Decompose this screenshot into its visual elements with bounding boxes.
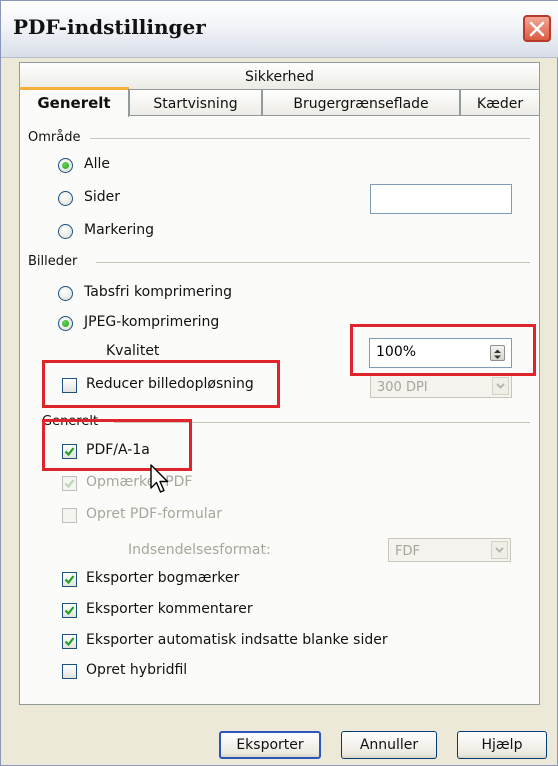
label-sider: Sider: [84, 189, 121, 205]
highlight-quality: [350, 324, 536, 376]
radio-selected-dot: [62, 320, 69, 327]
tab-label: Startvisning: [153, 96, 238, 112]
window-title: PDF-indstillinger: [13, 15, 206, 39]
mouse-cursor-icon: [150, 464, 169, 493]
label-submit-format: Indsendelsesformat:: [128, 542, 271, 558]
radio-sider[interactable]: [58, 191, 73, 206]
group-title-billeder: Billeder: [28, 254, 78, 269]
checkbox-hybrid[interactable]: [62, 664, 77, 679]
submit-format-select[interactable]: FDF: [388, 538, 511, 562]
label-bookmarks: Eksporter bogmærker: [86, 570, 240, 586]
checkbox-bookmarks[interactable]: [62, 572, 77, 587]
pdf-options-dialog: PDF-indstillinger Sikkerhed Generelt Sta…: [0, 0, 558, 766]
radio-markering[interactable]: [58, 224, 73, 239]
checkbox-comments[interactable]: [62, 603, 77, 618]
radio-tabsfri[interactable]: [58, 286, 73, 301]
label-pdf-form: Opret PDF-formular: [86, 506, 222, 522]
checkbox-pdf-form[interactable]: [62, 508, 77, 523]
checkmark-icon: [64, 479, 75, 489]
export-button[interactable]: Eksporter: [219, 731, 321, 759]
tab-generelt[interactable]: Generelt: [19, 87, 129, 117]
label-tabsfri: Tabsfri komprimering: [84, 284, 233, 300]
submit-format-value: FDF: [395, 544, 420, 559]
tab-label: Brugergrænseflade: [293, 96, 429, 112]
radio-jpeg[interactable]: [58, 316, 73, 331]
title-bar: PDF-indstillinger: [1, 1, 558, 58]
chevron-down-icon: [495, 547, 504, 553]
dpi-select[interactable]: 300 DPI: [370, 374, 512, 398]
close-button[interactable]: [523, 15, 551, 42]
checkmark-icon: [64, 575, 75, 585]
label-jpeg: JPEG-komprimering: [84, 314, 220, 330]
tab-label: Generelt: [37, 94, 111, 112]
checkmark-icon: [64, 637, 75, 647]
highlight-reduce-resolution: [42, 360, 280, 408]
tab-sikkerhed[interactable]: Sikkerhed: [19, 62, 540, 89]
label-markering: Markering: [84, 222, 155, 238]
label-comments: Eksporter kommentarer: [86, 601, 253, 617]
cancel-button[interactable]: Annuller: [341, 731, 437, 759]
tab-kaeder[interactable]: Kæder: [460, 89, 540, 116]
tab-label: Sikkerhed: [245, 69, 314, 85]
radio-alle[interactable]: [58, 158, 73, 173]
label-hybrid: Opret hybridfil: [86, 662, 188, 678]
help-button-label: Hjælp: [481, 737, 523, 753]
dpi-dropdown-button[interactable]: [492, 377, 509, 395]
tab-panel-generelt: Område Alle Sider Markering Billeder Tab…: [19, 115, 540, 705]
close-icon: [529, 21, 545, 37]
radio-selected-dot: [62, 162, 69, 169]
group-title-omraade: Område: [28, 130, 81, 145]
pages-input[interactable]: [370, 184, 512, 214]
help-button[interactable]: Hjælp: [457, 731, 547, 759]
label-tagged-pdf: Opmærket PDF: [86, 474, 193, 490]
submit-format-dropdown-button[interactable]: [491, 541, 508, 559]
tab-brugergraenseflade[interactable]: Brugergrænseflade: [262, 89, 460, 116]
dpi-value: 300 DPI: [377, 380, 428, 395]
label-kvalitet: Kvalitet: [106, 343, 160, 359]
chevron-down-icon: [496, 383, 505, 389]
label-blank-pages: Eksporter automatisk indsatte blanke sid…: [86, 632, 388, 648]
tab-label: Kæder: [476, 96, 524, 112]
checkbox-tagged-pdf[interactable]: [62, 476, 77, 491]
checkbox-blank-pages[interactable]: [62, 634, 77, 649]
export-button-label: Eksporter: [236, 737, 304, 753]
group-divider: [90, 138, 530, 139]
cancel-button-label: Annuller: [359, 737, 419, 753]
checkmark-icon: [64, 606, 75, 616]
tab-startvisning[interactable]: Startvisning: [129, 89, 262, 116]
group-divider: [96, 262, 530, 263]
label-alle: Alle: [84, 156, 110, 172]
